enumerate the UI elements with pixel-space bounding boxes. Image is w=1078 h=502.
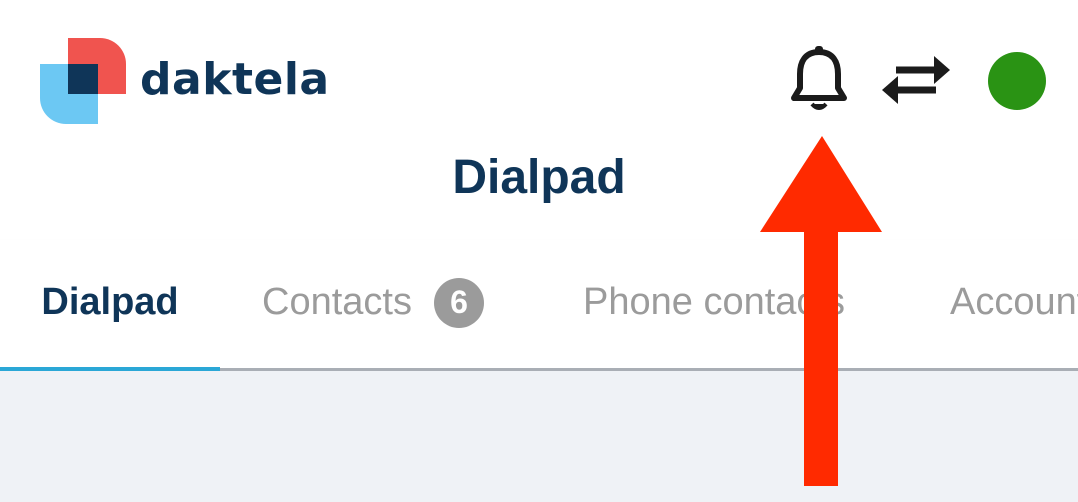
tab-dialpad-label: Dialpad	[41, 281, 179, 323]
page-title: Dialpad	[452, 151, 626, 204]
tab-bar: Dialpad Contacts 6 Phone contacts Accoun…	[0, 240, 1078, 371]
daktela-logo: daktela	[40, 38, 329, 124]
main-content	[0, 371, 1078, 502]
tab-phone-contacts[interactable]: Phone contacts	[583, 240, 845, 365]
tab-contacts[interactable]: Contacts 6	[262, 240, 484, 365]
app-header: daktela Dialpad	[0, 0, 1078, 240]
bell-icon	[791, 46, 847, 110]
tab-contacts-label: Contacts	[262, 281, 412, 323]
tab-account-label: Account	[950, 281, 1078, 323]
logo-mark-icon	[40, 38, 126, 124]
tab-account[interactable]: Account	[950, 240, 1078, 365]
tab-phone-contacts-label: Phone contacts	[583, 281, 845, 323]
switch-button[interactable]	[880, 52, 952, 108]
tab-dialpad[interactable]: Dialpad	[0, 240, 220, 365]
logo-text: daktela	[140, 54, 330, 105]
swap-arrows-icon	[882, 56, 950, 104]
status-indicator[interactable]	[988, 52, 1046, 110]
contacts-count-badge: 6	[433, 277, 484, 328]
notifications-button[interactable]	[786, 44, 852, 116]
